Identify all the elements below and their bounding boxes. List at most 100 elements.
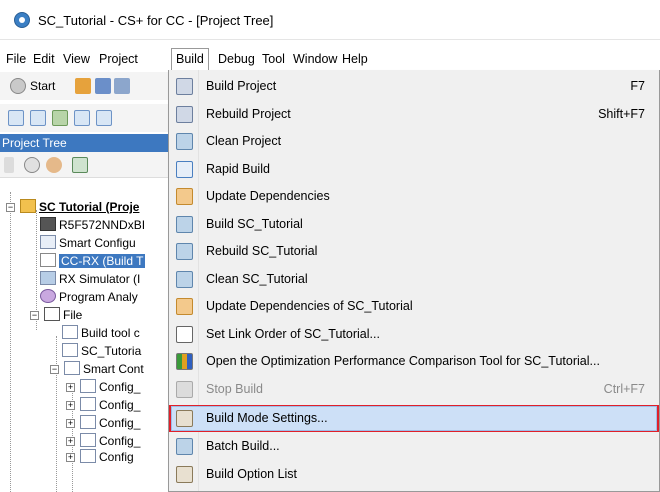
tree-label: SC Tutorial (Proje — [39, 200, 140, 214]
expand-icon[interactable]: + — [66, 437, 75, 446]
tree-item-config[interactable]: + Config — [66, 448, 134, 466]
sort-icon[interactable] — [4, 157, 14, 173]
folder-icon — [80, 415, 96, 429]
menu-item-rebuild-sc-tutorial[interactable]: Rebuild SC_Tutorial — [169, 238, 659, 265]
expand-icon[interactable]: + — [66, 419, 75, 428]
prev-bookmark-icon[interactable] — [96, 110, 112, 126]
expand-icon[interactable]: + — [66, 401, 75, 410]
tree-item-config[interactable]: + Config_ — [66, 378, 140, 396]
folder-icon — [64, 361, 80, 375]
menu-item-rebuild-project[interactable]: Rebuild Project Shift+F7 — [169, 101, 659, 128]
bookmark-icon[interactable] — [52, 110, 68, 126]
tree-item-debug-tool[interactable]: RX Simulator (I — [40, 270, 140, 288]
menu-item-update-dependencies[interactable]: Update Dependencies — [169, 183, 659, 210]
menu-item-set-link-order[interactable]: Set Link Order of SC_Tutorial... — [169, 321, 659, 348]
tree-root[interactable]: − SC Tutorial (Proje — [6, 198, 139, 216]
panel-toolbar — [0, 152, 175, 178]
collapse-icon[interactable]: − — [30, 311, 39, 320]
rapid-build-icon — [176, 161, 193, 178]
folder-icon — [80, 449, 96, 463]
build-mode-icon — [176, 410, 193, 427]
tree-item-smart-config-folder[interactable]: − Smart Cont — [50, 360, 144, 378]
menu-item-clean-sc-tutorial[interactable]: Clean SC_Tutorial — [169, 266, 659, 293]
user-icon[interactable] — [46, 157, 62, 173]
menu-item-shortcut: F7 — [630, 79, 645, 93]
folder-icon — [80, 379, 96, 393]
menu-item-label: Stop Build — [206, 382, 263, 396]
menu-file[interactable]: File — [2, 50, 30, 68]
expand-icon[interactable]: + — [66, 383, 75, 392]
tree-label: File — [63, 308, 83, 322]
menu-item-rapid-build[interactable]: Rapid Build — [169, 156, 659, 183]
tree-label: SC_Tutoria — [81, 344, 142, 358]
update-dependencies-icon — [176, 188, 193, 205]
forward-icon[interactable] — [30, 110, 46, 126]
back-icon[interactable] — [8, 110, 24, 126]
menu-item-build-option-list[interactable]: Build Option List — [169, 461, 659, 488]
menu-view[interactable]: View — [59, 50, 94, 68]
tree-item-source-file[interactable]: SC_Tutoria — [62, 342, 141, 360]
tree-label: Config — [99, 450, 134, 464]
menu-item-label: Set Link Order of SC_Tutorial... — [206, 327, 380, 341]
folder-icon — [44, 307, 60, 321]
menu-item-update-dependencies-sc-tutorial[interactable]: Update Dependencies of SC_Tutorial — [169, 293, 659, 320]
save-all-icon[interactable] — [114, 78, 130, 94]
menu-item-build-project[interactable]: Build Project F7 — [169, 73, 659, 100]
tree-item-config[interactable]: + Config_ — [66, 396, 140, 414]
menu-project[interactable]: Project — [95, 50, 142, 68]
tree-label: Program Analy — [59, 290, 138, 304]
tree-label: R5F572NNDxBI — [59, 218, 146, 232]
menu-build[interactable]: Build — [171, 48, 209, 70]
menu-help[interactable]: Help — [338, 50, 372, 68]
rebuild-subproject-icon — [176, 243, 193, 260]
menu-item-label: Rapid Build — [206, 162, 270, 176]
batch-build-icon — [176, 438, 193, 455]
menu-item-clean-project[interactable]: Clean Project — [169, 128, 659, 155]
tree-label: Smart Cont — [83, 362, 144, 376]
menu-item-build-sc-tutorial[interactable]: Build SC_Tutorial — [169, 211, 659, 238]
optimization-chart-icon — [176, 353, 193, 370]
tree-item-device[interactable]: R5F572NNDxBI — [40, 216, 145, 234]
secondary-toolbar — [0, 104, 175, 132]
file-icon — [62, 325, 78, 339]
menu-debug[interactable]: Debug — [214, 50, 259, 68]
menu-item-stop-build[interactable]: Stop Build Ctrl+F7 — [169, 376, 659, 403]
menu-item-label: Update Dependencies — [206, 189, 330, 203]
refresh-icon[interactable] — [72, 157, 88, 173]
tree-label: Config_ — [99, 416, 141, 430]
menu-item-label: Batch Build... — [206, 439, 280, 453]
menu-edit[interactable]: Edit — [29, 50, 59, 68]
tree-item-smart-configurator[interactable]: Smart Configu — [40, 234, 136, 252]
build-menu-dropdown: Build Project F7 Rebuild Project Shift+F… — [168, 70, 660, 492]
menu-item-optimization-tool[interactable]: Open the Optimization Performance Compar… — [169, 348, 659, 375]
menu-window[interactable]: Window — [289, 50, 341, 68]
clean-project-icon — [176, 133, 193, 150]
rebuild-project-icon — [176, 106, 193, 123]
tree-label: Config_ — [99, 398, 141, 412]
open-icon[interactable] — [75, 78, 91, 94]
clock-icon[interactable] — [24, 157, 40, 173]
menu-tool[interactable]: Tool — [258, 50, 289, 68]
menu-item-label: Open the Optimization Performance Compar… — [206, 354, 600, 368]
collapse-icon[interactable]: − — [6, 203, 15, 212]
panel-title: Project Tree — [0, 134, 175, 152]
start-button-label[interactable]: Start — [30, 79, 55, 93]
menu-item-batch-build[interactable]: Batch Build... — [169, 433, 659, 460]
stop-build-icon — [176, 381, 193, 398]
menu-item-build-mode-settings[interactable]: Build Mode Settings... — [169, 405, 659, 432]
tree-item-file[interactable]: − File — [30, 306, 82, 324]
tree-label: Config_ — [99, 434, 141, 448]
collapse-icon[interactable]: − — [50, 365, 59, 374]
save-icon[interactable] — [95, 78, 111, 94]
expand-icon[interactable]: + — [66, 453, 75, 462]
menu-item-label: Build Option List — [206, 467, 298, 481]
tree-item-build-tool[interactable]: CC-RX (Build T — [40, 252, 146, 270]
c-file-icon — [62, 343, 78, 357]
link-order-icon — [176, 326, 193, 343]
tree-label: Config_ — [99, 380, 141, 394]
tree-item-program-analyzer[interactable]: Program Analy — [40, 288, 138, 306]
tree-item-build-tool-generated[interactable]: Build tool c — [62, 324, 140, 342]
tree-item-config[interactable]: + Config_ — [66, 414, 140, 432]
start-icon[interactable] — [10, 78, 26, 94]
next-bookmark-icon[interactable] — [74, 110, 90, 126]
